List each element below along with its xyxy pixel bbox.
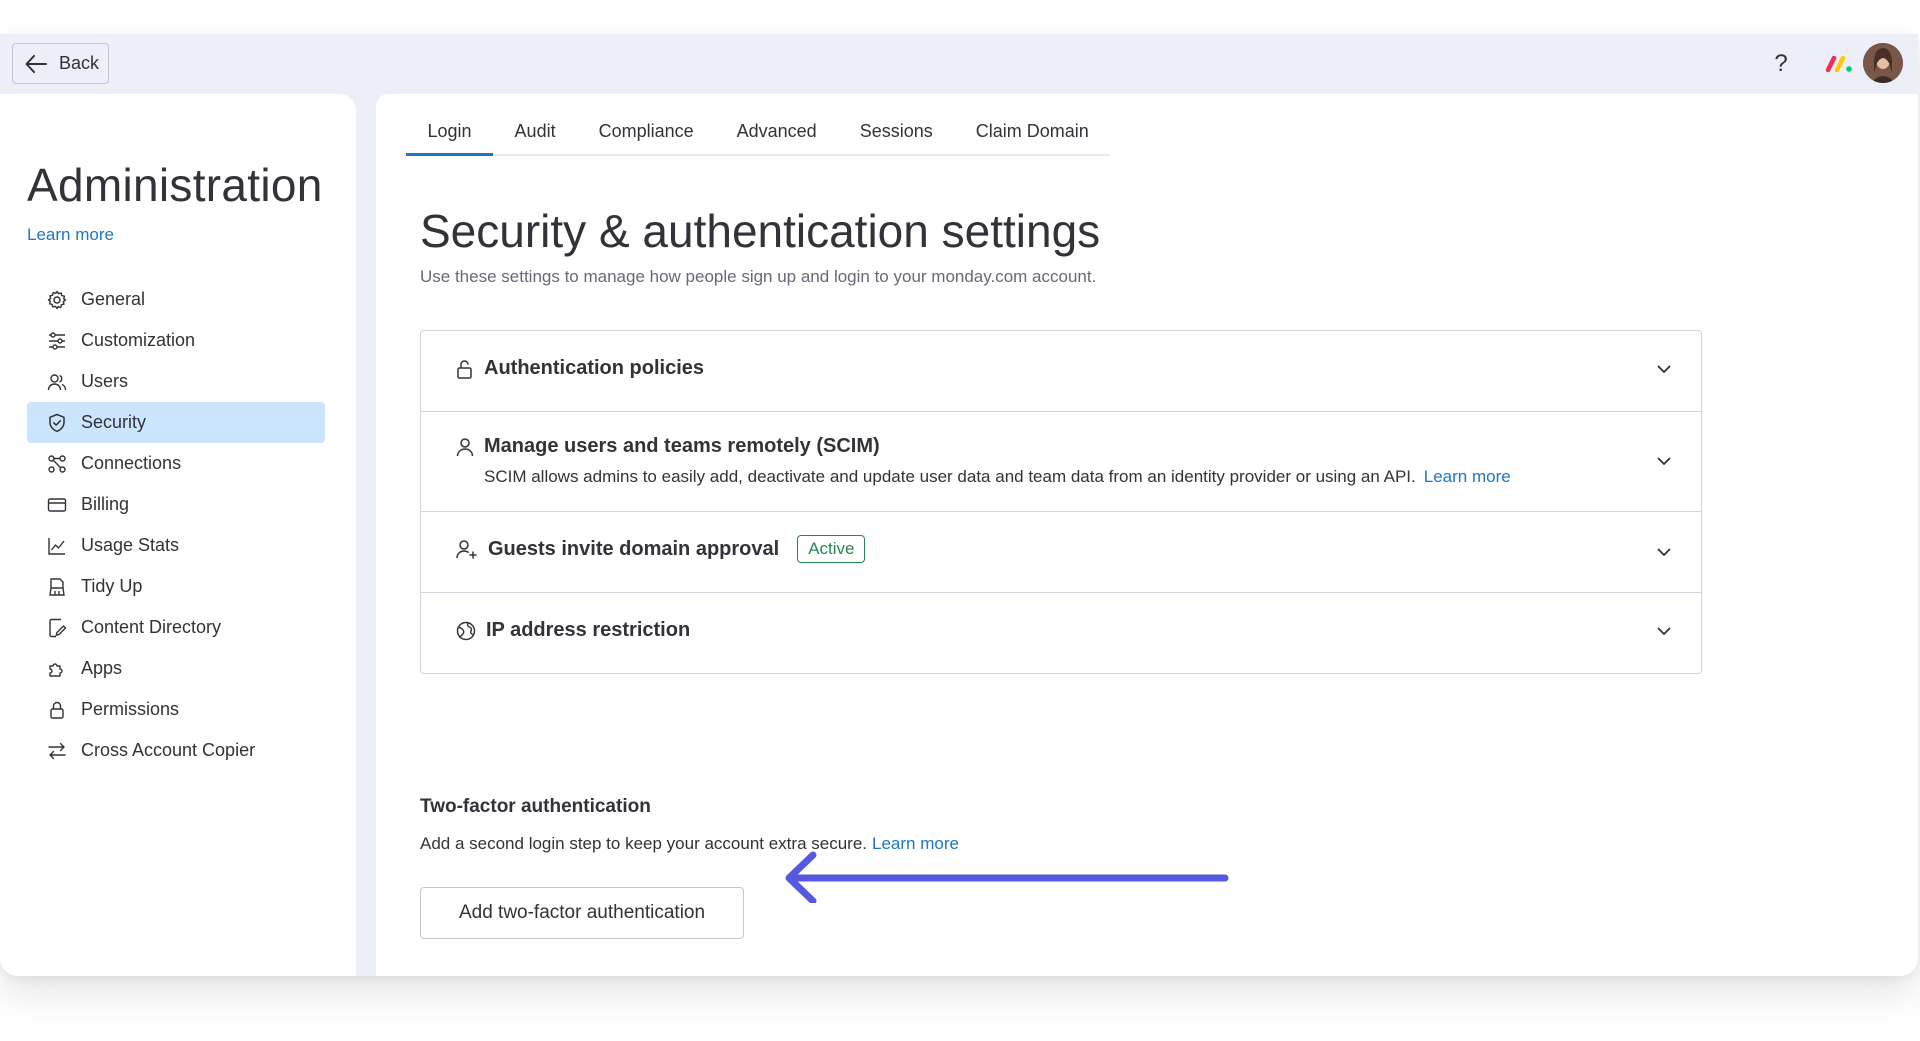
users-icon — [47, 373, 67, 390]
sidebar-item-tidy-up[interactable]: Tidy Up — [27, 566, 325, 607]
arrow-left-icon — [25, 54, 47, 73]
accordion-item-ip-address-restriction[interactable]: IP address restriction — [421, 593, 1701, 673]
lock-icon — [50, 701, 64, 719]
scim-description-text: SCIM allows admins to easily add, deacti… — [484, 467, 1416, 486]
chevron-down-icon[interactable] — [1657, 548, 1671, 557]
accordion-title: Authentication policies — [484, 357, 705, 379]
sidebar-title: Administration — [27, 159, 323, 211]
page-title: Security & authentication settings — [420, 205, 1101, 257]
accordion-title: IP address restriction — [486, 619, 691, 641]
back-label: Back — [59, 53, 100, 73]
sidebar-item-label: Users — [81, 371, 129, 391]
sidebar-item-label: Tidy Up — [81, 576, 143, 596]
scim-learn-more-link[interactable]: Learn more — [1424, 467, 1511, 486]
help-button[interactable]: ? — [1766, 48, 1796, 80]
globe-icon — [456, 621, 476, 640]
sidebar-item-label: Permissions — [81, 699, 180, 719]
puzzle-icon — [49, 662, 63, 677]
sidebar-nav: General Customization Users Security Con… — [27, 279, 325, 771]
sidebar-item-customization[interactable]: Customization — [27, 320, 325, 361]
credit-card-icon — [47, 497, 67, 512]
accordion-title: Manage users and teams remotely (SCIM) — [484, 435, 880, 457]
sidebar-item-apps[interactable]: Apps — [27, 648, 325, 689]
sidebar-item-general[interactable]: General — [27, 279, 325, 320]
avatar[interactable] — [1863, 43, 1903, 83]
tab-audit[interactable]: Audit — [493, 108, 577, 154]
avatar-image — [1863, 43, 1903, 83]
sidebar-item-connections[interactable]: Connections — [27, 443, 325, 484]
line-chart-icon — [48, 537, 65, 555]
monday-logo-icon — [1825, 55, 1852, 73]
two-factor-title: Two-factor authentication — [420, 796, 651, 817]
document-edit-icon — [49, 618, 67, 637]
sidebar-item-label: Billing — [81, 494, 130, 514]
sidebar-item-label: Usage Stats — [81, 535, 180, 555]
settings-accordion: Authentication policies Manage users and… — [420, 330, 1702, 674]
shield-icon — [49, 413, 65, 432]
broom-icon — [49, 577, 65, 596]
user-plus-icon — [456, 540, 477, 559]
add-two-factor-button[interactable]: Add two-factor authentication — [420, 887, 744, 939]
tab-compliance[interactable]: Compliance — [577, 108, 715, 154]
main-panel: Login Audit Compliance Advanced Sessions… — [376, 94, 1918, 976]
chevron-down-icon[interactable] — [1657, 457, 1671, 466]
chevron-down-icon[interactable] — [1657, 365, 1671, 374]
accordion-description: SCIM allows admins to easily add, deacti… — [421, 467, 1701, 487]
accordion-title: Guests invite domain approval — [488, 537, 780, 560]
sidebar-item-label: Security — [81, 412, 147, 432]
sidebar-item-label: Apps — [81, 658, 123, 678]
sidebar-item-label: Content Directory — [81, 617, 222, 637]
tab-claim-domain[interactable]: Claim Domain — [954, 108, 1110, 154]
accordion-item-authentication-policies[interactable]: Authentication policies — [421, 331, 1701, 412]
pointer-arrow-icon — [785, 851, 1229, 903]
accordion-item-guests-invite-domain-approval[interactable]: Guests invite domain approval Active — [421, 512, 1701, 593]
tab-login[interactable]: Login — [406, 108, 494, 156]
sidebar-item-usage-stats[interactable]: Usage Stats — [27, 525, 325, 566]
back-button[interactable]: Back — [12, 43, 109, 84]
chevron-down-icon[interactable] — [1657, 627, 1671, 636]
accordion-item-scim[interactable]: Manage users and teams remotely (SCIM) S… — [421, 412, 1701, 512]
sidebar-item-cross-account-copier[interactable]: Cross Account Copier — [27, 730, 325, 771]
sidebar-item-users[interactable]: Users — [27, 361, 325, 402]
tab-advanced[interactable]: Advanced — [715, 108, 838, 154]
unlock-icon — [457, 359, 472, 379]
sidebar-item-content-directory[interactable]: Content Directory — [27, 607, 325, 648]
sidebar-learn-more-link[interactable]: Learn more — [27, 225, 114, 245]
swap-arrows-icon — [48, 742, 66, 759]
sidebar-item-label: Customization — [81, 330, 196, 350]
app-window: Back ? Administration Learn more General — [0, 34, 1918, 976]
gear-icon — [47, 290, 67, 309]
connections-icon — [48, 454, 66, 473]
tab-sessions[interactable]: Sessions — [838, 108, 954, 154]
sliders-icon — [49, 331, 65, 350]
sidebar: Administration Learn more General Custom… — [0, 94, 356, 976]
tab-bar: Login Audit Compliance Advanced Sessions… — [406, 108, 1111, 156]
sidebar-item-label: Connections — [81, 453, 182, 473]
sidebar-item-permissions[interactable]: Permissions — [27, 689, 325, 730]
sidebar-item-billing[interactable]: Billing — [27, 484, 325, 525]
sidebar-item-label: General — [81, 289, 146, 309]
page-subtitle: Use these settings to manage how people … — [420, 267, 1097, 286]
sidebar-item-security[interactable]: Security — [27, 402, 325, 443]
top-bar: Back ? — [0, 34, 1918, 94]
sidebar-item-label: Cross Account Copier — [81, 740, 256, 760]
status-badge: Active — [797, 535, 866, 563]
user-icon — [456, 437, 474, 456]
